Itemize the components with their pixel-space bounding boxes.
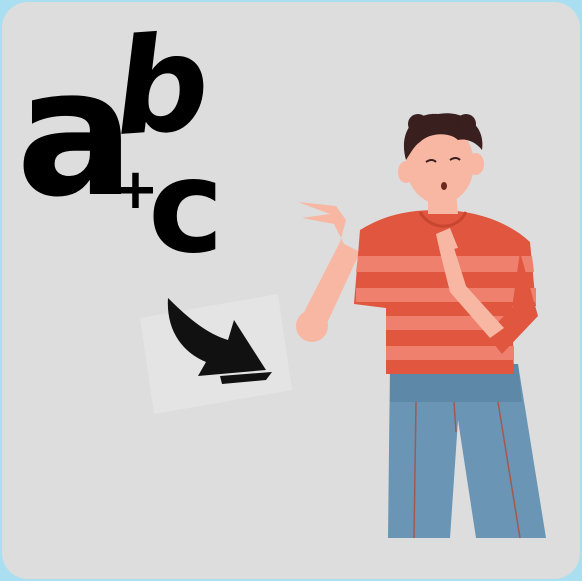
letter-c: c — [148, 133, 224, 282]
outer-frame: a b + c — [0, 0, 582, 581]
illustration-card: a b + c — [2, 2, 580, 579]
person-illustration — [290, 102, 560, 552]
curved-arrow-icon — [136, 290, 296, 420]
